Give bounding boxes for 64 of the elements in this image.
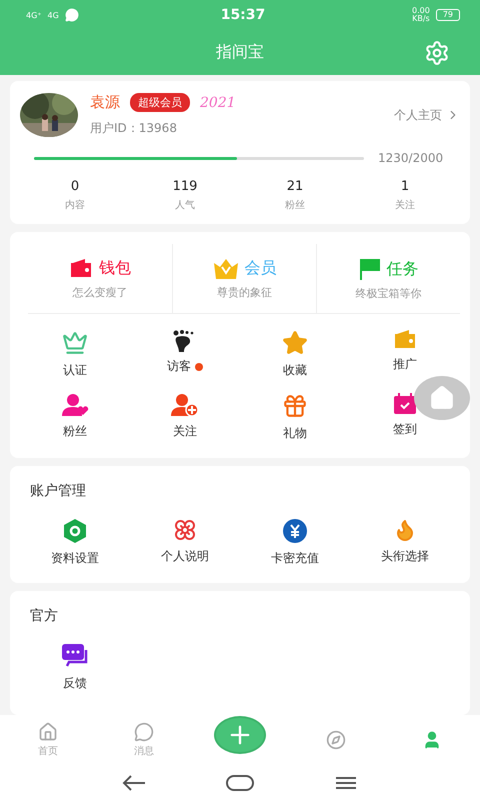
stat-value: 21 xyxy=(286,179,304,194)
menu-button[interactable] xyxy=(334,774,358,790)
network-indicator: 4G⁺ xyxy=(26,10,42,20)
crown-icon xyxy=(62,330,88,356)
hexagon-icon xyxy=(63,518,87,544)
stat-value: 0 xyxy=(70,179,80,194)
shortcut-label[interactable]: 关注 xyxy=(173,423,197,440)
battery-level: 79 xyxy=(436,9,460,21)
menu-label[interactable]: 头衔选择 xyxy=(381,548,429,565)
star-icon xyxy=(282,330,308,356)
speed-unit: KB/s xyxy=(412,15,430,23)
wallet-icon xyxy=(69,258,93,278)
gift-icon xyxy=(282,393,308,419)
add-button[interactable] xyxy=(214,716,266,754)
home-button[interactable] xyxy=(226,774,254,790)
settings-icon[interactable] xyxy=(424,40,450,66)
stat-value: 1 xyxy=(400,179,410,194)
back-button[interactable] xyxy=(122,774,146,790)
home-icon xyxy=(38,722,58,742)
flower-icon xyxy=(173,518,197,542)
feature-subtitle: 怎么变瘦了 xyxy=(72,285,128,300)
menu-label[interactable]: 反馈 xyxy=(63,675,87,692)
network-indicator: 4G xyxy=(48,10,59,20)
section-title: 账户管理 xyxy=(29,482,87,501)
feature-subtitle: 终极宝箱等你 xyxy=(356,286,422,301)
section-title: 官方 xyxy=(29,607,59,626)
yen-icon xyxy=(282,518,308,544)
stat-label: 粉丝 xyxy=(285,198,305,212)
chat-icon xyxy=(61,643,89,669)
page-title: 指间宝 xyxy=(216,42,264,63)
shortcut-label[interactable]: 访客 xyxy=(167,358,191,375)
flag-icon xyxy=(358,258,380,280)
stat-label: 内容 xyxy=(65,198,85,212)
year-tag: 2021 xyxy=(200,94,236,110)
compass-icon xyxy=(326,730,346,750)
wallet-icon xyxy=(393,330,417,350)
calendar-check-icon xyxy=(393,393,417,415)
home-icon xyxy=(429,385,455,411)
stat-value: 119 xyxy=(172,179,198,194)
user-name: 袁源 xyxy=(90,93,120,112)
shortcut-label[interactable]: 收藏 xyxy=(283,362,307,379)
progress-reading: 1230/2000 xyxy=(378,151,444,165)
shortcut-label[interactable]: 推广 xyxy=(393,356,417,373)
menu-label[interactable]: 资料设置 xyxy=(51,550,99,567)
shortcut-label[interactable]: 粉丝 xyxy=(63,423,87,440)
clock-time: 15:37 xyxy=(220,7,266,23)
shortcut-label[interactable]: 认证 xyxy=(63,362,87,379)
chat-icon xyxy=(64,8,79,22)
feature-title[interactable]: 钱包 xyxy=(99,258,131,279)
stat-label: 关注 xyxy=(395,198,415,212)
network-speed: 0.00 xyxy=(412,7,430,15)
feature-subtitle: 尊贵的象征 xyxy=(217,285,272,300)
crown-icon xyxy=(212,258,238,278)
menu-label[interactable]: 卡密充值 xyxy=(271,550,319,567)
shortcut-label[interactable]: 签到 xyxy=(393,421,417,438)
chat-icon xyxy=(134,722,154,742)
user-heart-icon xyxy=(61,393,89,417)
add-user-icon xyxy=(171,393,199,417)
stat-label: 人气 xyxy=(175,199,195,212)
shortcut-label[interactable]: 礼物 xyxy=(283,425,307,442)
member-badge: 超级会员 xyxy=(130,93,190,112)
menu-label[interactable]: 个人说明 xyxy=(161,548,209,565)
homepage-link[interactable]: 个人主页 xyxy=(394,106,460,124)
user-id: 用户ID：13968 xyxy=(90,120,178,137)
